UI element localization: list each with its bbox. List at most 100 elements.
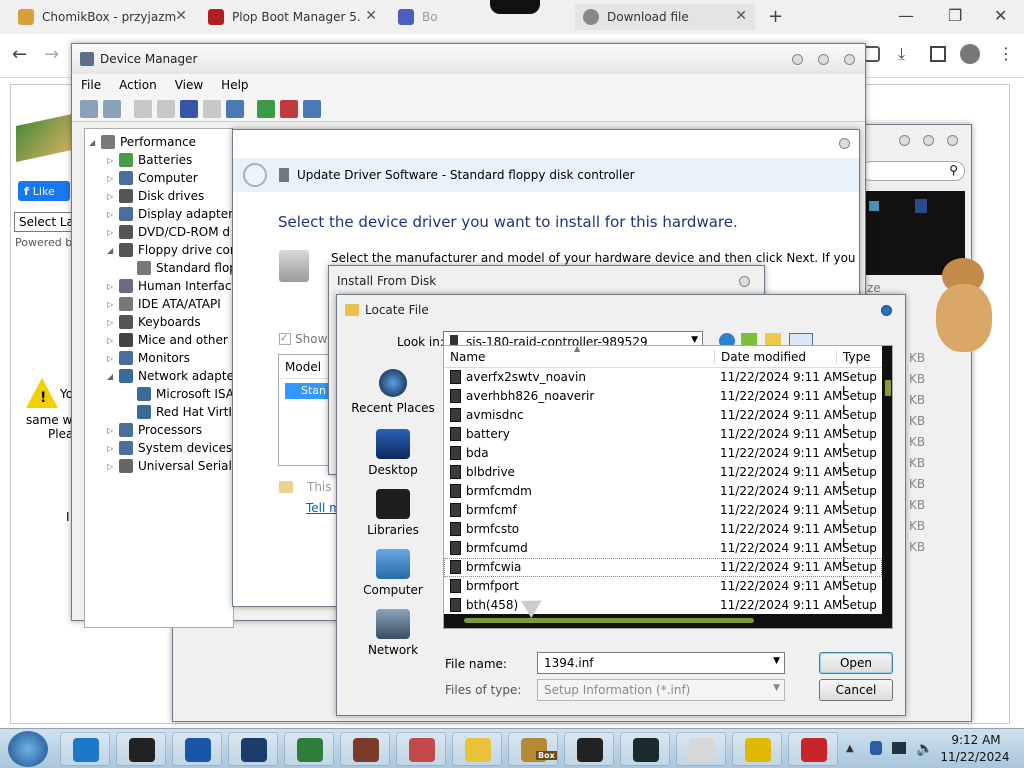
volume-icon[interactable]: 🔈: [916, 741, 933, 757]
taskbar-app-button[interactable]: [788, 732, 838, 766]
tree-item[interactable]: Microsoft ISA: [125, 385, 234, 403]
tree-item[interactable]: ▷ Computer: [107, 169, 198, 187]
file-row[interactable]: bda 11/22/2024 9:11 AM Setup I: [444, 444, 882, 474]
collapse-arrow-icon[interactable]: ▷: [107, 444, 117, 453]
facebook-like-button[interactable]: f Like: [18, 181, 70, 201]
menu-help[interactable]: Help: [212, 78, 257, 92]
collapse-arrow-icon[interactable]: ▷: [107, 336, 117, 345]
place-network[interactable]: Network: [345, 609, 441, 657]
tree-item[interactable]: Red Hat VirtI: [125, 403, 232, 421]
taskbar-app-button[interactable]: [340, 732, 390, 766]
collapse-arrow-icon[interactable]: ▷: [107, 300, 117, 309]
file-type-dropdown[interactable]: Setup Information (*.inf) ▼: [537, 679, 785, 701]
close-button[interactable]: [844, 54, 855, 65]
file-row[interactable]: brmfcsto 11/22/2024 9:11 AM Setup I: [444, 520, 882, 550]
tree-item[interactable]: ▷ Human Interfac: [107, 277, 231, 295]
close-tab-icon[interactable]: ✕: [735, 8, 747, 24]
file-row[interactable]: battery 11/22/2024 9:11 AM Setup I: [444, 425, 882, 455]
security-shield-icon[interactable]: [870, 741, 882, 755]
taskbar-app-button[interactable]: [564, 732, 614, 766]
collapse-arrow-icon[interactable]: ▷: [107, 354, 117, 363]
file-name-input[interactable]: 1394.inf ▼: [537, 652, 785, 674]
column-name[interactable]: Name: [450, 350, 485, 364]
place-recent[interactable]: Recent Places: [345, 369, 441, 415]
file-row[interactable]: brmfcmf 11/22/2024 9:11 AM Setup I: [444, 501, 882, 531]
properties-icon[interactable]: [134, 99, 152, 118]
tree-item[interactable]: ◢ Floppy drive cor: [107, 241, 235, 259]
file-row[interactable]: brmfcumd 11/22/2024 9:11 AM Setup I: [444, 539, 882, 569]
tree-item[interactable]: ▷ Universal Serial E: [107, 457, 243, 475]
tree-item[interactable]: ▷ System devices: [107, 439, 232, 457]
forward-arrow-icon[interactable]: [103, 99, 121, 118]
place-computer[interactable]: Computer: [345, 549, 441, 597]
list-view-icon[interactable]: [157, 99, 175, 118]
back-button[interactable]: ←: [12, 44, 27, 65]
help-icon[interactable]: [180, 99, 198, 118]
menu-file[interactable]: File: [72, 78, 110, 92]
scrollbar-thumb[interactable]: [464, 618, 754, 623]
start-button[interactable]: [8, 731, 48, 767]
tree-item[interactable]: ▷ Mice and other p: [107, 331, 239, 349]
expand-arrow-icon[interactable]: ◢: [89, 138, 99, 147]
taskbar-app-button[interactable]: [284, 732, 334, 766]
taskbar-app-button[interactable]: [60, 732, 110, 766]
file-row[interactable]: brmfport 11/22/2024 9:11 AM Setup I: [444, 577, 882, 607]
column-type[interactable]: Type: [836, 350, 871, 364]
tree-item[interactable]: ▷ Display adapters: [107, 205, 239, 223]
file-row[interactable]: averfx2swtv_noavin 11/22/2024 9:11 AM Setu…: [444, 368, 882, 398]
taskbar-app-button[interactable]: [172, 732, 222, 766]
taskbar-app-button[interactable]: [452, 732, 502, 766]
profile-avatar-icon[interactable]: [960, 44, 980, 64]
collapse-arrow-icon[interactable]: ▷: [107, 174, 117, 183]
close-window-button[interactable]: ✕: [994, 6, 1007, 25]
uninstall-icon[interactable]: [280, 99, 298, 118]
collapse-arrow-icon[interactable]: ▷: [107, 156, 117, 165]
details-icon[interactable]: [203, 99, 221, 118]
close-button[interactable]: [947, 135, 958, 146]
browser-menu-icon[interactable]: ⋮: [998, 44, 1014, 63]
tray-expand-icon[interactable]: ▲: [846, 743, 854, 754]
extension-icon[interactable]: [864, 46, 880, 62]
close-tab-icon[interactable]: ✕: [175, 8, 187, 24]
place-libraries[interactable]: Libraries: [345, 489, 441, 537]
language-select[interactable]: Select La: [14, 212, 74, 232]
back-arrow-icon[interactable]: [80, 99, 98, 118]
tree-item[interactable]: ▷ Disk drives: [107, 187, 204, 205]
menu-view[interactable]: View: [166, 78, 212, 92]
file-row[interactable]: averhbh826_noaverir 11/22/2024 9:11 AM Set…: [444, 387, 882, 417]
close-button[interactable]: [739, 276, 750, 287]
forward-button[interactable]: →: [44, 44, 59, 65]
tree-item[interactable]: Standard flop: [125, 259, 237, 277]
taskbar-app-button[interactable]: [620, 732, 670, 766]
tree-item[interactable]: ◢ Performance: [89, 133, 196, 151]
vertical-scrollbar[interactable]: [882, 346, 892, 614]
show-compatible-checkbox[interactable]: ✓ Show: [279, 332, 327, 346]
column-date[interactable]: Date modified: [714, 350, 806, 364]
collapse-arrow-icon[interactable]: ▷: [107, 192, 117, 201]
tree-item[interactable]: ▷ IDE ATA/ATAPI: [107, 295, 221, 313]
close-button[interactable]: [839, 138, 850, 149]
tree-item[interactable]: ▷ DVD/CD-ROM d: [107, 223, 230, 241]
browser-tab-plop[interactable]: Plop Boot Manager 5. ✕: [200, 4, 385, 30]
sidepanel-icon[interactable]: [930, 46, 946, 62]
expand-arrow-icon[interactable]: ◢: [107, 372, 117, 381]
search-box[interactable]: ⚲: [861, 161, 965, 181]
collapse-arrow-icon[interactable]: ▷: [107, 462, 117, 471]
disable-device-icon[interactable]: [303, 99, 321, 118]
taskbar-app-button[interactable]: [732, 732, 782, 766]
scan-hardware-icon[interactable]: [226, 99, 244, 118]
expand-arrow-icon[interactable]: ◢: [107, 246, 117, 255]
update-driver-icon[interactable]: [257, 99, 275, 118]
cancel-button[interactable]: Cancel: [819, 679, 893, 701]
taskbar-app-button[interactable]: [116, 732, 166, 766]
file-row[interactable]: brmfcwia 11/22/2024 9:11 AM Setup I: [444, 558, 882, 588]
minimize-button[interactable]: —: [898, 6, 914, 25]
file-row[interactable]: brmfcmdm 11/22/2024 9:11 AM Setup I: [444, 482, 882, 512]
download-icon[interactable]: ⤓: [898, 44, 905, 64]
menu-action[interactable]: Action: [110, 78, 166, 92]
place-desktop[interactable]: Desktop: [345, 429, 441, 477]
file-row[interactable]: avmisdnc 11/22/2024 9:11 AM Setup I: [444, 406, 882, 436]
maximize-button[interactable]: [818, 54, 829, 65]
collapse-arrow-icon[interactable]: ▷: [107, 282, 117, 291]
wizard-back-button[interactable]: [243, 163, 267, 187]
